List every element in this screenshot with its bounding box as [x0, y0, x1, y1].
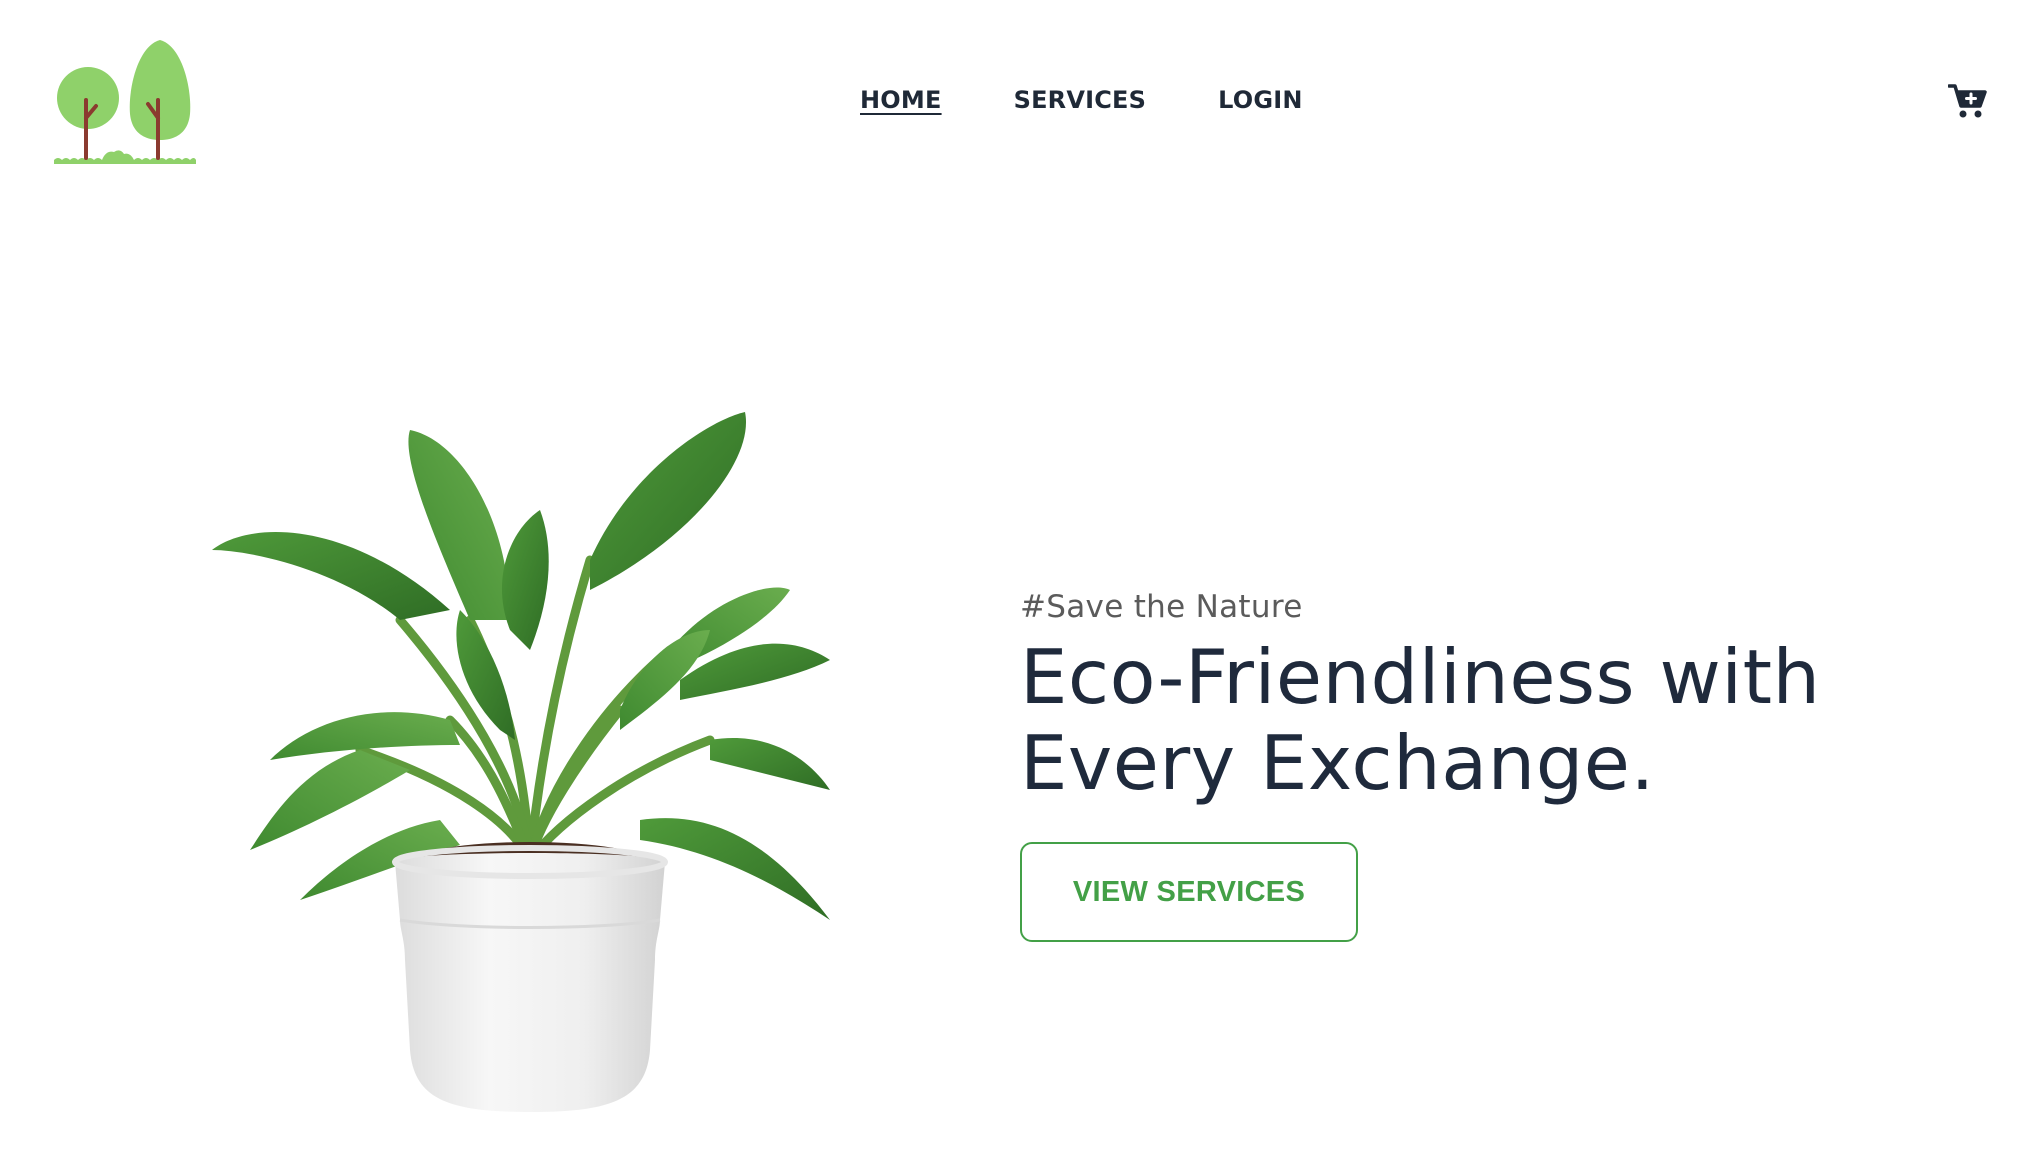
- logo-link[interactable]: [52, 38, 198, 164]
- hero-headline: Eco-Friendliness with Every Exchange.: [1020, 634, 1920, 806]
- view-services-button[interactable]: VIEW SERVICES: [1020, 842, 1358, 942]
- headline-line-2: Every Exchange.: [1020, 719, 1655, 807]
- nav-login[interactable]: LOGIN: [1218, 86, 1303, 114]
- hero-text: #Save the Nature Eco-Friendliness with E…: [1020, 580, 1920, 942]
- hero-tagline: #Save the Nature: [1020, 589, 1303, 625]
- nav-home[interactable]: HOME: [860, 86, 942, 114]
- two-trees-logo-icon: [54, 40, 196, 164]
- potted-plant-image: [210, 400, 850, 1120]
- main-nav: HOME SERVICES LOGIN: [860, 82, 1303, 118]
- cart-plus-icon: [1948, 84, 1987, 118]
- headline-line-1: Eco-Friendliness with: [1020, 633, 1821, 721]
- cart-button[interactable]: [1948, 82, 1988, 120]
- site-header: HOME SERVICES LOGIN: [0, 0, 2030, 200]
- nav-services[interactable]: SERVICES: [1014, 86, 1147, 114]
